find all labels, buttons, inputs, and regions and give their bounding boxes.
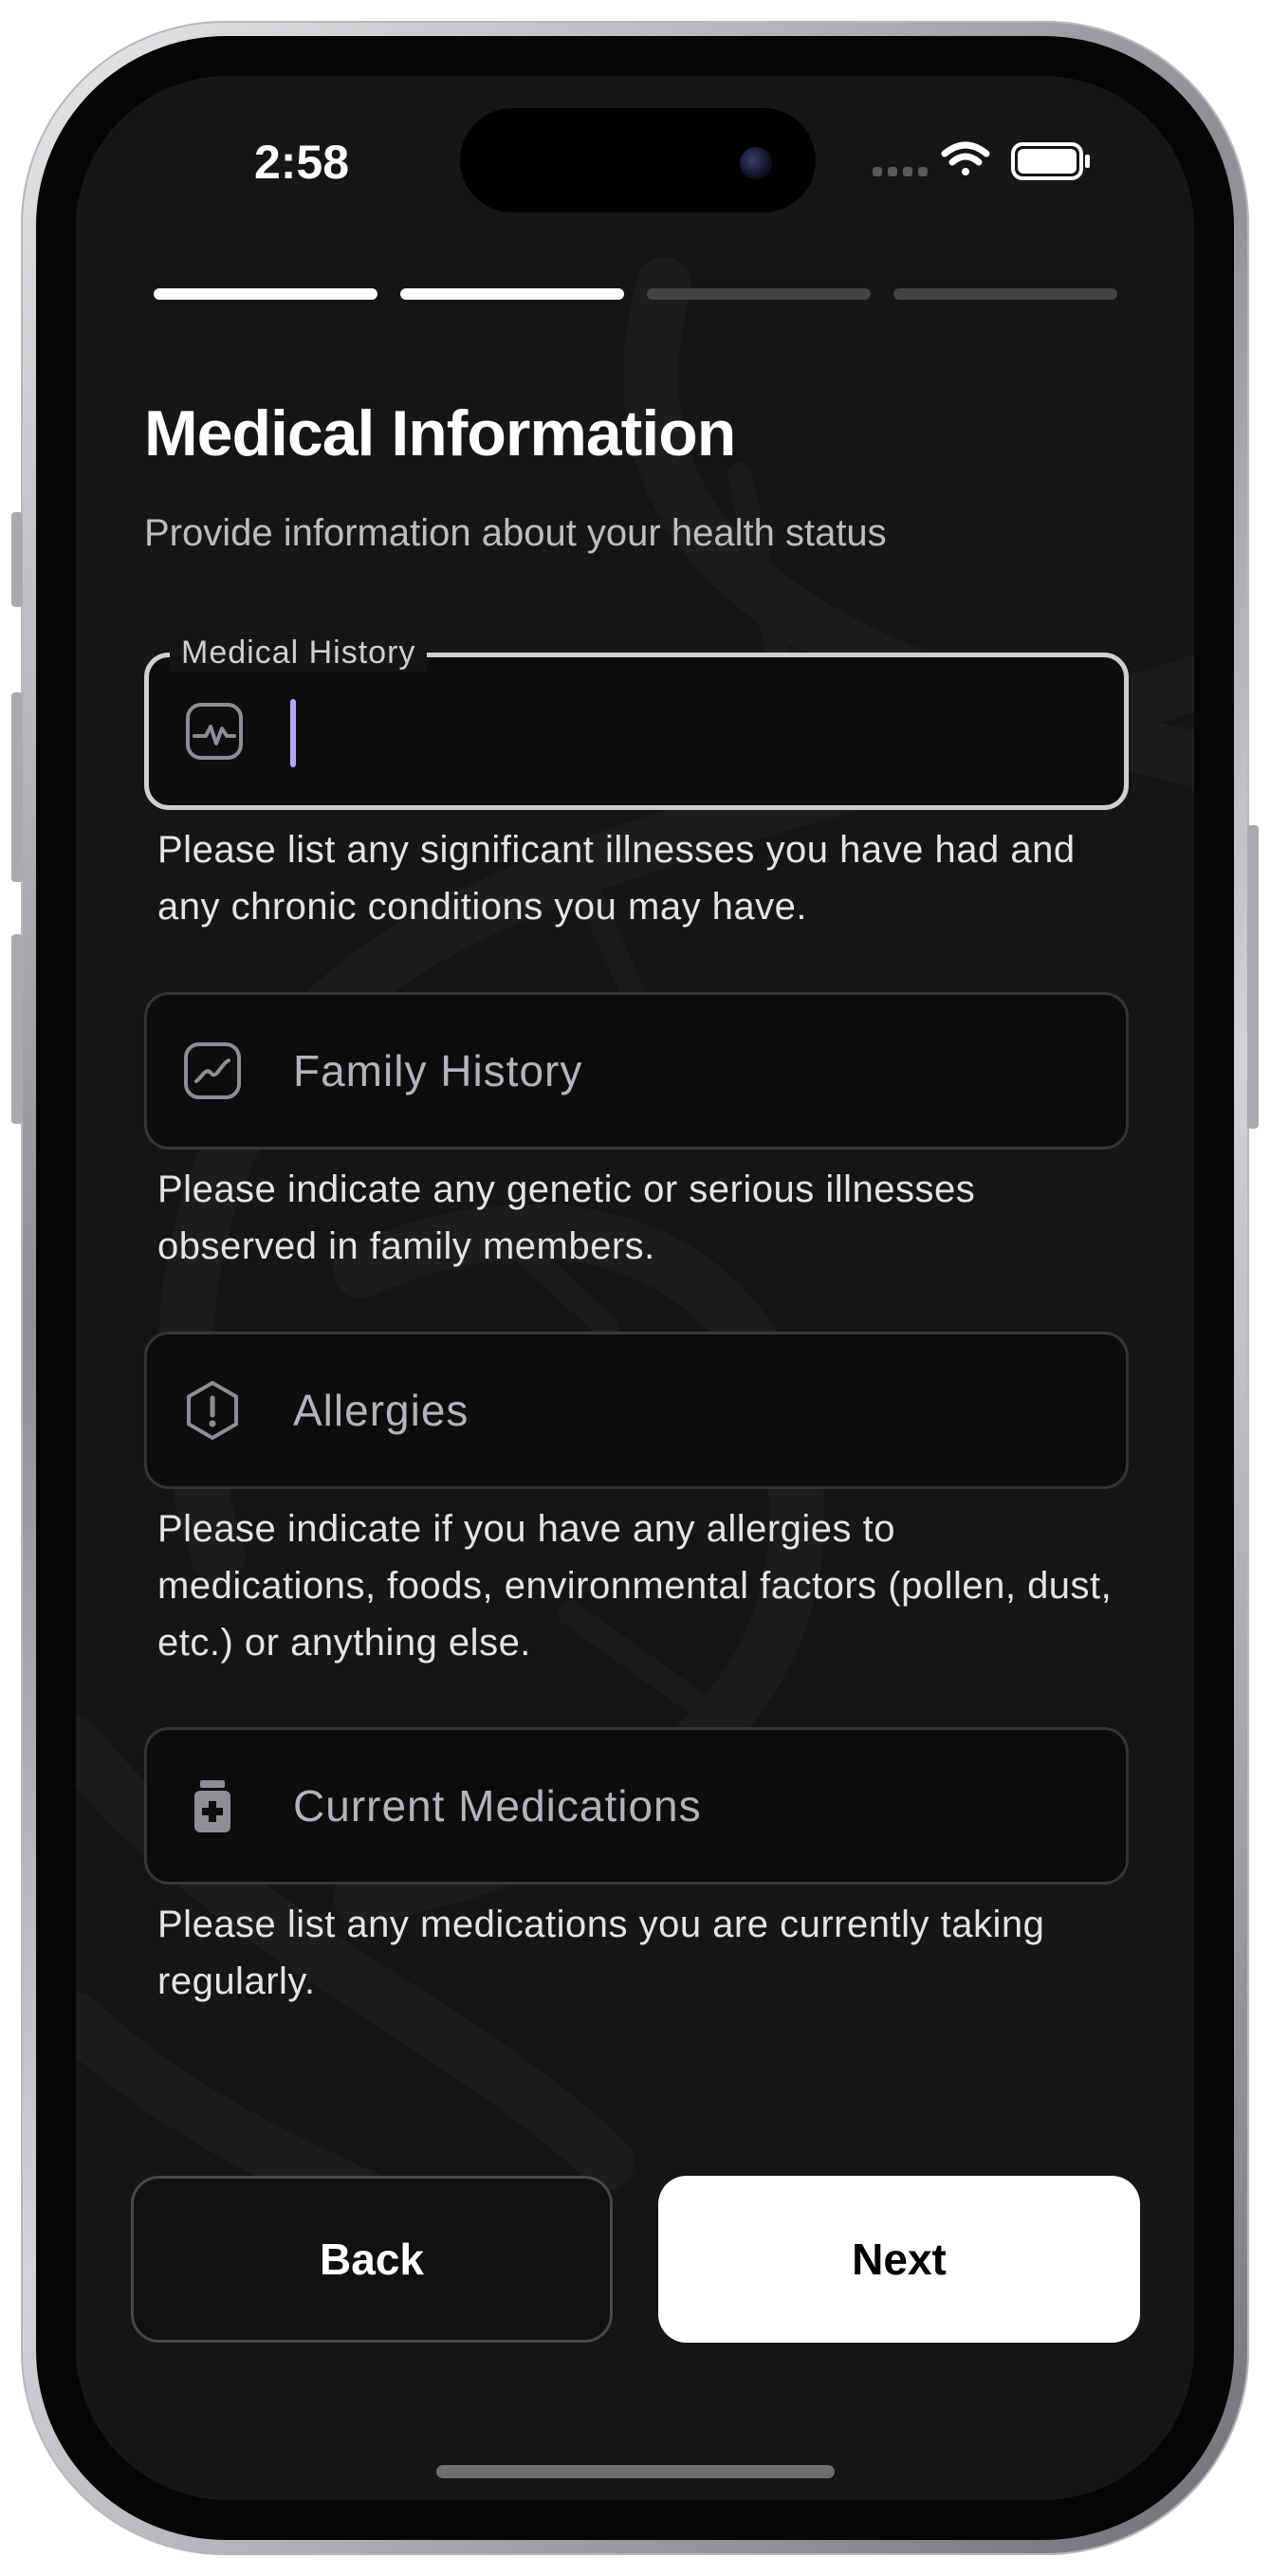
medical-history-helper: Please list any significant illnesses yo… bbox=[157, 829, 1076, 928]
signal-dots-icon bbox=[873, 167, 928, 176]
current-medications-placeholder: Current Medications bbox=[293, 1781, 702, 1831]
progress-segment-2 bbox=[400, 288, 624, 300]
allergies-placeholder: Allergies bbox=[293, 1386, 469, 1435]
allergies-field[interactable]: Allergies bbox=[144, 1332, 1129, 1489]
power-button bbox=[1247, 825, 1259, 1129]
medical-history-label: Medical History bbox=[170, 635, 428, 672]
family-history-placeholder: Family History bbox=[293, 1046, 583, 1095]
family-history-helper: Please indicate any genetic or serious i… bbox=[157, 1168, 976, 1267]
text-cursor bbox=[290, 699, 296, 767]
trend-chart-icon bbox=[184, 1042, 241, 1099]
next-button[interactable]: Next bbox=[658, 2176, 1140, 2343]
wifi-icon bbox=[941, 141, 990, 175]
back-button[interactable]: Back bbox=[131, 2176, 613, 2343]
pill-bottle-icon bbox=[194, 1780, 230, 1832]
page-subtitle: Provide information about your health st… bbox=[144, 512, 887, 554]
progress-segment-4 bbox=[893, 288, 1117, 300]
volume-down-button bbox=[11, 934, 23, 1124]
current-medications-field[interactable]: Current Medications bbox=[144, 1727, 1129, 1885]
heart-monitor-icon bbox=[186, 703, 243, 760]
home-indicator[interactable] bbox=[436, 2465, 835, 2478]
front-camera bbox=[740, 147, 772, 179]
status-time: 2:58 bbox=[253, 136, 350, 189]
family-history-field[interactable]: Family History bbox=[144, 992, 1129, 1150]
battery-icon bbox=[1011, 142, 1090, 180]
progress-segment-1 bbox=[154, 288, 377, 300]
page-title: Medical Information bbox=[144, 397, 736, 469]
medical-history-field[interactable]: Medical History bbox=[144, 635, 1129, 810]
alert-hexagon-icon bbox=[187, 1381, 238, 1440]
app-screen: 2:58 Medical Information Provide informa… bbox=[76, 76, 1194, 2500]
progress-segment-3 bbox=[647, 288, 871, 300]
allergies-helper: Please indicate if you have any allergie… bbox=[157, 1508, 1113, 1664]
step-progress bbox=[154, 288, 1117, 300]
action-button bbox=[11, 512, 23, 607]
volume-up-button bbox=[11, 692, 23, 882]
current-medications-helper: Please list any medications you are curr… bbox=[157, 1904, 1045, 2002]
status-icons bbox=[873, 141, 1090, 180]
